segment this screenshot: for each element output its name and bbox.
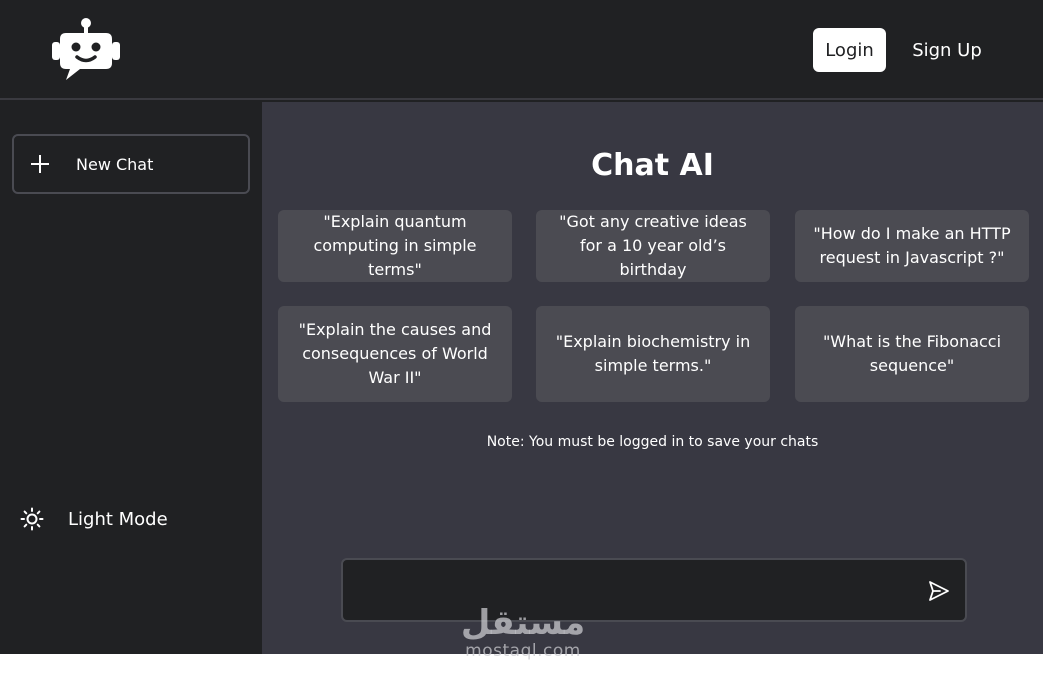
- suggestion-card-quantum[interactable]: "Explain quantum computing in simple ter…: [278, 210, 512, 282]
- header: Login Sign Up: [0, 0, 1043, 100]
- light-mode-label: Light Mode: [68, 508, 168, 530]
- suggestion-card-ww2[interactable]: "Explain the causes and consequences of …: [278, 306, 512, 402]
- main-panel: Chat AI "Explain quantum computing in si…: [262, 102, 1043, 654]
- sun-icon: [20, 507, 44, 531]
- new-chat-label: New Chat: [76, 154, 154, 174]
- new-chat-button[interactable]: New Chat: [12, 134, 250, 194]
- suggestion-card-birthday[interactable]: "Got any creative ideas for a 10 year ol…: [536, 210, 770, 282]
- login-note: Note: You must be logged in to save your…: [486, 434, 819, 450]
- chat-input[interactable]: [357, 572, 897, 608]
- login-button[interactable]: Login: [813, 28, 886, 72]
- light-mode-toggle[interactable]: Light Mode: [20, 502, 168, 536]
- robot-chat-icon[interactable]: [50, 16, 122, 84]
- app-window: Login Sign Up New Chat Light Mode Chat A…: [0, 0, 1043, 654]
- chat-input-box: [341, 558, 967, 622]
- page-title: Chat AI: [591, 148, 714, 183]
- signup-button[interactable]: Sign Up: [904, 28, 990, 72]
- send-icon[interactable]: [927, 579, 951, 603]
- suggestion-card-fibonacci[interactable]: "What is the Fibonacci sequence": [795, 306, 1029, 402]
- suggestion-card-http[interactable]: "How do I make an HTTP request in Javasc…: [795, 210, 1029, 282]
- suggestion-card-biochemistry[interactable]: "Explain biochemistry in simple terms.": [536, 306, 770, 402]
- plus-icon: [30, 154, 50, 174]
- sidebar: New Chat Light Mode: [0, 102, 262, 654]
